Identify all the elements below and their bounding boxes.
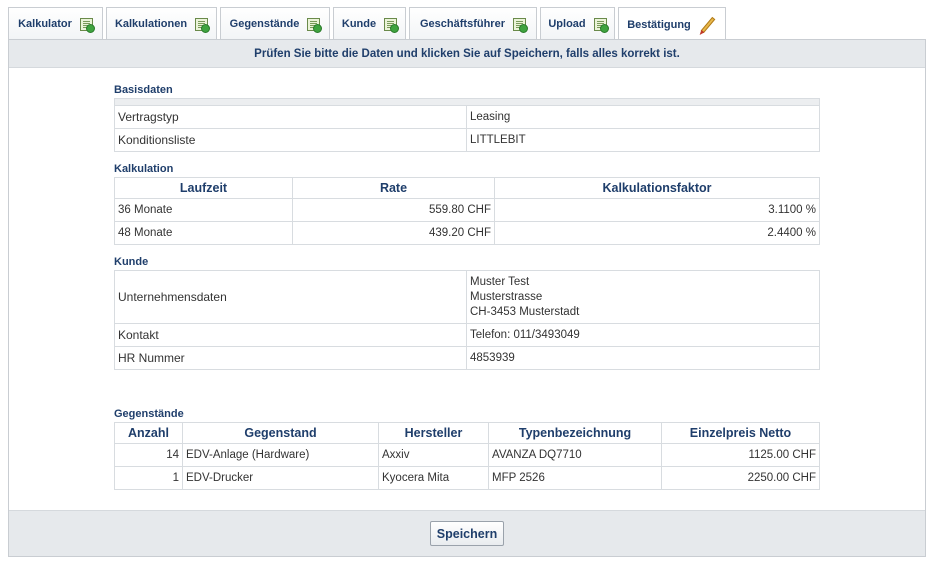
section-title-gegenstaende: Gegenstände <box>114 408 184 420</box>
section-divider <box>114 98 820 105</box>
kontakt-label: Kontakt <box>114 323 467 347</box>
typenbezeichnung-cell: MFP 2526 <box>488 466 662 490</box>
tab-kalkulationen[interactable]: Kalkulationen <box>106 7 217 40</box>
anzahl-cell: 1 <box>114 466 183 490</box>
table-header-row: Laufzeit Rate Kalkulationsfaktor <box>114 177 820 199</box>
column-header: Laufzeit <box>114 177 293 199</box>
einzelpreis-cell: 1125.00 CHF <box>661 443 820 467</box>
vertragstyp-value: Leasing <box>466 105 820 129</box>
table-row: Konditionsliste LITTLEBIT <box>114 128 820 152</box>
company-city: CH-3453 Musterstadt <box>470 305 580 318</box>
table-row: Vertragstyp Leasing <box>114 105 820 129</box>
document-check-icon <box>79 17 95 33</box>
column-header: Hersteller <box>378 422 489 444</box>
tab-kalkulator[interactable]: Kalkulator <box>8 7 103 40</box>
tab-geschaeftsfuehrer[interactable]: Geschäftsführer <box>409 7 537 40</box>
column-header: Anzahl <box>114 422 183 444</box>
hersteller-cell: Axxiv <box>378 443 489 467</box>
tab-bestaetigung[interactable]: Bestätigung <box>618 7 726 41</box>
faktor-cell: 2.4400 % <box>494 221 820 245</box>
laufzeit-cell: 48 Monate <box>114 221 293 245</box>
tab-gegenstaende[interactable]: Gegenstände <box>220 7 330 40</box>
document-check-icon <box>593 17 609 33</box>
tab-upload[interactable]: Upload <box>540 7 615 40</box>
section-title-kalkulation: Kalkulation <box>114 163 174 175</box>
konditionsliste-value: LITTLEBIT <box>466 128 820 152</box>
document-check-icon <box>384 17 400 33</box>
gegenstand-cell: EDV-Drucker <box>182 466 379 490</box>
table-row: Kontakt Telefon: 011/3493049 <box>114 323 820 347</box>
column-header: Einzelpreis Netto <box>661 422 820 444</box>
kontakt-value: Telefon: 011/3493049 <box>466 323 820 347</box>
rate-cell: 559.80 CHF <box>292 198 495 222</box>
pencil-icon <box>700 16 716 33</box>
unternehmensdaten-label: Unternehmensdaten <box>114 270 467 324</box>
company-name: Muster Test <box>470 275 530 288</box>
action-bar: Speichern <box>9 510 925 556</box>
company-street: Musterstrasse <box>470 290 543 303</box>
basisdaten-table: Vertragstyp Leasing Konditionsliste LITT… <box>114 105 820 152</box>
document-check-icon <box>512 17 528 33</box>
laufzeit-cell: 36 Monate <box>114 198 293 222</box>
vertragstyp-label: Vertragstyp <box>114 105 467 129</box>
kalkulation-table: Laufzeit Rate Kalkulationsfaktor 36 Mona… <box>114 177 820 245</box>
unternehmensdaten-value: Muster Test Musterstrasse CH-3453 Muster… <box>466 270 820 324</box>
table-row: 36 Monate 559.80 CHF 3.1100 % <box>114 198 820 222</box>
table-row: Unternehmensdaten Muster Test Musterstra… <box>114 270 820 324</box>
gegenstaende-table: Anzahl Gegenstand Hersteller Typenbezeic… <box>114 422 820 490</box>
confirmation-panel: Prüfen Sie bitte die Daten und klicken S… <box>8 39 926 557</box>
einzelpreis-cell: 2250.00 CHF <box>661 466 820 490</box>
table-row: 1 EDV-Drucker Kyocera Mita MFP 2526 2250… <box>114 466 820 490</box>
hr-nummer-label: HR Nummer <box>114 346 467 370</box>
column-header: Rate <box>292 177 495 199</box>
column-header: Kalkulationsfaktor <box>494 177 820 199</box>
anzahl-cell: 14 <box>114 443 183 467</box>
hersteller-cell: Kyocera Mita <box>378 466 489 490</box>
hr-nummer-value: 4853939 <box>466 346 820 370</box>
konditionsliste-label: Konditionsliste <box>114 128 467 152</box>
confirmation-notice: Prüfen Sie bitte die Daten und klicken S… <box>9 40 925 68</box>
section-title-kunde: Kunde <box>114 256 149 268</box>
gegenstand-cell: EDV-Anlage (Hardware) <box>182 443 379 467</box>
tab-bar: Kalkulator Kalkulationen Gegenstände Kun… <box>8 7 729 41</box>
save-button[interactable]: Speichern <box>429 521 505 546</box>
table-header-row: Anzahl Gegenstand Hersteller Typenbezeic… <box>114 422 820 444</box>
document-check-icon <box>195 17 211 33</box>
table-row: 48 Monate 439.20 CHF 2.4400 % <box>114 221 820 245</box>
table-row: 14 EDV-Anlage (Hardware) Axxiv AVANZA DQ… <box>114 443 820 467</box>
table-row: HR Nummer 4853939 <box>114 346 820 370</box>
kunde-table: Unternehmensdaten Muster Test Musterstra… <box>114 270 820 370</box>
section-title-basisdaten: Basisdaten <box>114 84 173 96</box>
summary-content: Basisdaten Vertragstyp Leasing Kondition… <box>114 82 820 490</box>
typenbezeichnung-cell: AVANZA DQ7710 <box>488 443 662 467</box>
rate-cell: 439.20 CHF <box>292 221 495 245</box>
column-header: Gegenstand <box>182 422 379 444</box>
faktor-cell: 3.1100 % <box>494 198 820 222</box>
document-check-icon <box>307 17 323 33</box>
tab-kunde[interactable]: Kunde <box>333 7 406 40</box>
column-header: Typenbezeichnung <box>488 422 662 444</box>
